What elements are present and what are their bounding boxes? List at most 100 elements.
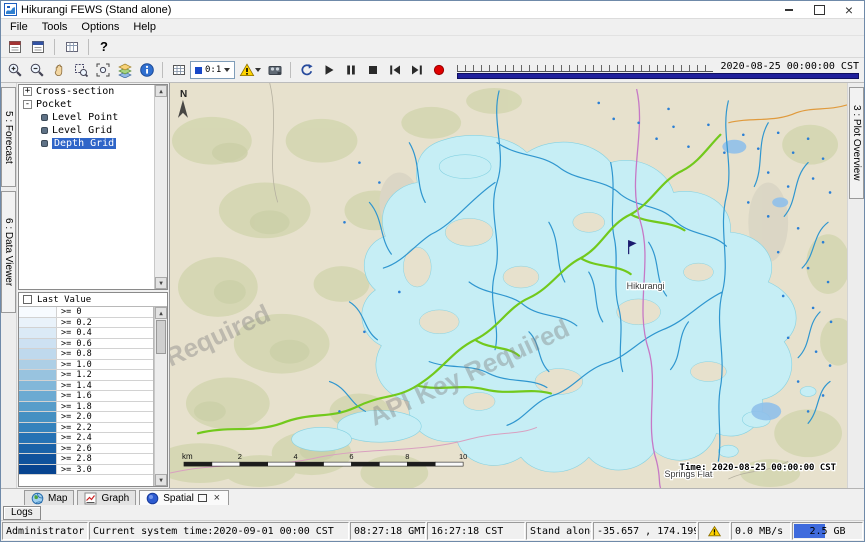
panel-close-button[interactable] bbox=[212, 493, 222, 503]
timeline-bar[interactable] bbox=[457, 73, 859, 79]
legend-swatch bbox=[19, 360, 57, 370]
step-back-button[interactable] bbox=[384, 60, 405, 80]
chevron-down-icon bbox=[224, 68, 230, 72]
layers-icon[interactable] bbox=[114, 60, 135, 80]
scroll-up-icon[interactable] bbox=[155, 307, 167, 319]
tree-item-level-grid[interactable]: Level Grid bbox=[19, 124, 167, 137]
legend-swatch bbox=[19, 454, 57, 464]
layer-node-icon bbox=[41, 114, 48, 121]
legend-swatch bbox=[19, 349, 57, 359]
tree-item-label: Pocket bbox=[36, 99, 72, 110]
database-red-icon[interactable] bbox=[4, 37, 25, 57]
zoom-out-icon[interactable] bbox=[26, 60, 47, 80]
tree-item-cross-section[interactable]: + Cross-section bbox=[19, 85, 167, 98]
menu-options[interactable]: Options bbox=[74, 20, 126, 34]
right-tab-strip: 3 : Plot Overview bbox=[847, 83, 864, 488]
legend-label: >= 1.6 bbox=[57, 391, 153, 401]
pan-hand-icon[interactable] bbox=[48, 60, 69, 80]
tree-scrollbar[interactable] bbox=[154, 85, 167, 289]
tab-label: Spatial bbox=[163, 493, 194, 504]
tab-graph[interactable]: Graph bbox=[77, 490, 136, 505]
legend-row: >= 1.0 bbox=[19, 360, 153, 371]
stop-button[interactable] bbox=[362, 60, 383, 80]
legend-swatch bbox=[19, 328, 57, 338]
zoom-in-icon[interactable] bbox=[4, 60, 25, 80]
tab-spatial[interactable]: Spatial bbox=[139, 490, 229, 505]
close-button[interactable] bbox=[834, 1, 864, 18]
left-panel: + Cross-section - Pocket Level Point Lev… bbox=[17, 83, 170, 488]
tab-forecast[interactable]: 5 : Forecast bbox=[1, 87, 16, 187]
menu-help[interactable]: Help bbox=[126, 20, 163, 34]
status-memory: 2.5 GB bbox=[792, 522, 863, 540]
map-canvas[interactable]: API Key Required API Key Required Hikura… bbox=[170, 83, 847, 488]
minimize-button[interactable] bbox=[774, 1, 804, 18]
legend-label: >= 1.0 bbox=[57, 360, 153, 370]
grid-display-icon[interactable] bbox=[168, 60, 189, 80]
sphere-icon bbox=[146, 492, 159, 505]
last-value-checkbox[interactable] bbox=[23, 295, 32, 304]
legend-header: Last Value bbox=[19, 293, 167, 307]
app-icon bbox=[4, 3, 17, 16]
legend-scrollbar[interactable] bbox=[154, 307, 167, 486]
warnings-dropdown[interactable] bbox=[236, 60, 263, 80]
database-blue-icon[interactable] bbox=[27, 37, 48, 57]
status-warning[interactable] bbox=[698, 522, 730, 540]
menu-tools[interactable]: Tools bbox=[35, 20, 75, 34]
legend-swatch bbox=[19, 381, 57, 391]
map-time-label: Time: 2020-08-25 00:00:00 CST bbox=[680, 462, 836, 473]
legend-row: >= 1.2 bbox=[19, 370, 153, 381]
tree-item-pocket[interactable]: - Pocket bbox=[19, 98, 167, 111]
maximize-button[interactable] bbox=[804, 1, 834, 18]
panel-maximize-button[interactable] bbox=[198, 493, 208, 503]
layers-tree: + Cross-section - Pocket Level Point Lev… bbox=[18, 84, 168, 290]
legend-row: >= 0.4 bbox=[19, 328, 153, 339]
legend-label: >= 3.0 bbox=[57, 465, 153, 475]
menu-file[interactable]: File bbox=[3, 20, 35, 34]
separator bbox=[54, 39, 55, 55]
timeline-control[interactable]: 2020-08-25 00:00:00 CST bbox=[457, 59, 859, 81]
tab-map[interactable]: Map bbox=[24, 490, 74, 505]
legend-label: >= 1.8 bbox=[57, 402, 153, 412]
scroll-thumb[interactable] bbox=[156, 320, 166, 354]
tree-item-depth-grid[interactable]: Depth Grid bbox=[19, 137, 167, 150]
legend-swatch bbox=[19, 339, 57, 349]
logs-button[interactable]: Logs bbox=[3, 506, 41, 520]
scale-ratio-select[interactable]: 0:1 bbox=[190, 61, 235, 79]
collapse-icon[interactable]: - bbox=[23, 100, 32, 109]
record-button[interactable] bbox=[428, 60, 449, 80]
legend-label: >= 0.6 bbox=[57, 339, 153, 349]
help-button[interactable]: ? bbox=[95, 37, 113, 57]
logs-row: Logs bbox=[1, 505, 864, 520]
scroll-down-icon[interactable] bbox=[155, 474, 167, 486]
map-panel[interactable]: API Key Required API Key Required Hikura… bbox=[170, 83, 847, 488]
play-button[interactable] bbox=[318, 60, 339, 80]
loop-playback-icon[interactable] bbox=[296, 60, 317, 80]
tree-item-label: Level Grid bbox=[52, 125, 112, 136]
status-bar: Administrator Current system time:2020-0… bbox=[1, 520, 864, 541]
legend-row: >= 1.4 bbox=[19, 381, 153, 392]
legend-table: >= 0 >= 0.2 >= 0.4 >= 0.6 >= 0.8 >= 1.0 … bbox=[19, 307, 154, 486]
tab-plot-overview[interactable]: 3 : Plot Overview bbox=[849, 87, 864, 199]
bottom-tab-bar: Map Graph Spatial bbox=[1, 488, 864, 505]
pause-button[interactable] bbox=[340, 60, 361, 80]
legend-row: >= 0.2 bbox=[19, 318, 153, 329]
zoom-extent-icon[interactable] bbox=[92, 60, 113, 80]
timeline-ruler[interactable] bbox=[457, 62, 712, 72]
zoom-selection-icon[interactable] bbox=[70, 60, 91, 80]
scroll-down-icon[interactable] bbox=[155, 277, 167, 289]
step-forward-button[interactable] bbox=[406, 60, 427, 80]
legend-row: >= 0 bbox=[19, 307, 153, 318]
separator bbox=[162, 62, 163, 78]
table-view-icon[interactable] bbox=[61, 37, 82, 57]
legend-row: >= 2.2 bbox=[19, 423, 153, 434]
legend-row: >= 2.8 bbox=[19, 454, 153, 465]
chevron-down-icon bbox=[255, 68, 261, 72]
svg-text:10: 10 bbox=[459, 452, 467, 461]
scroll-up-icon[interactable] bbox=[155, 85, 167, 97]
tab-data-viewer[interactable]: 6 : Data Viewer bbox=[1, 191, 16, 313]
tree-item-level-point[interactable]: Level Point bbox=[19, 111, 167, 124]
title-bar[interactable]: Hikurangi FEWS (Stand alone) bbox=[1, 1, 864, 19]
info-icon[interactable] bbox=[136, 60, 157, 80]
expand-icon[interactable]: + bbox=[23, 87, 32, 96]
animation-movie-icon[interactable] bbox=[264, 60, 285, 80]
